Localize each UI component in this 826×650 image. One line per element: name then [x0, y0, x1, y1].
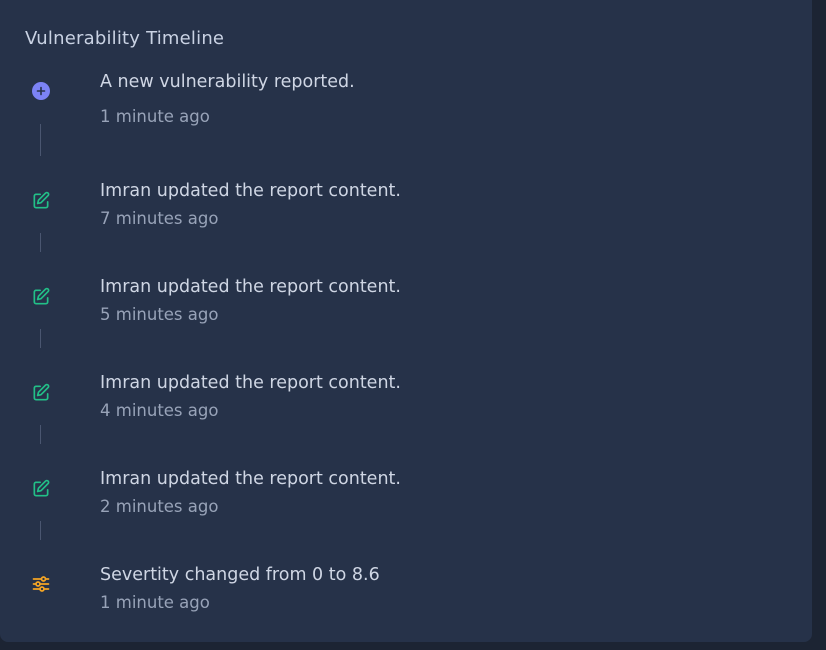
event-description: A new vulnerability reported.: [100, 72, 355, 92]
event-timestamp: 1 minute ago: [100, 107, 210, 126]
event-description: Severtity changed from 0 to 8.6: [100, 565, 380, 585]
timeline-card: Vulnerability Timeline A new vulnerabili…: [0, 0, 812, 642]
event-description: Imran updated the report content.: [100, 277, 401, 297]
timeline-connector: [40, 124, 41, 156]
event-timestamp: 1 minute ago: [100, 593, 210, 612]
edit-icon: [30, 478, 52, 500]
event-timestamp: 5 minutes ago: [100, 305, 219, 324]
event-timestamp: 7 minutes ago: [100, 209, 219, 228]
event-timestamp: 2 minutes ago: [100, 497, 219, 516]
edit-icon: [30, 286, 52, 308]
timeline-connector: [40, 329, 41, 348]
event-description: Imran updated the report content.: [100, 469, 401, 489]
timeline-connector: [40, 233, 41, 252]
sliders-icon: [30, 573, 52, 595]
plus-circle-icon: [30, 80, 52, 102]
event-description: Imran updated the report content.: [100, 181, 401, 201]
edit-icon: [30, 382, 52, 404]
timeline-connector: [40, 425, 41, 444]
timeline-connector: [40, 521, 41, 540]
event-timestamp: 4 minutes ago: [100, 401, 219, 420]
edit-icon: [30, 190, 52, 212]
event-description: Imran updated the report content.: [100, 373, 401, 393]
card-title: Vulnerability Timeline: [25, 28, 225, 49]
